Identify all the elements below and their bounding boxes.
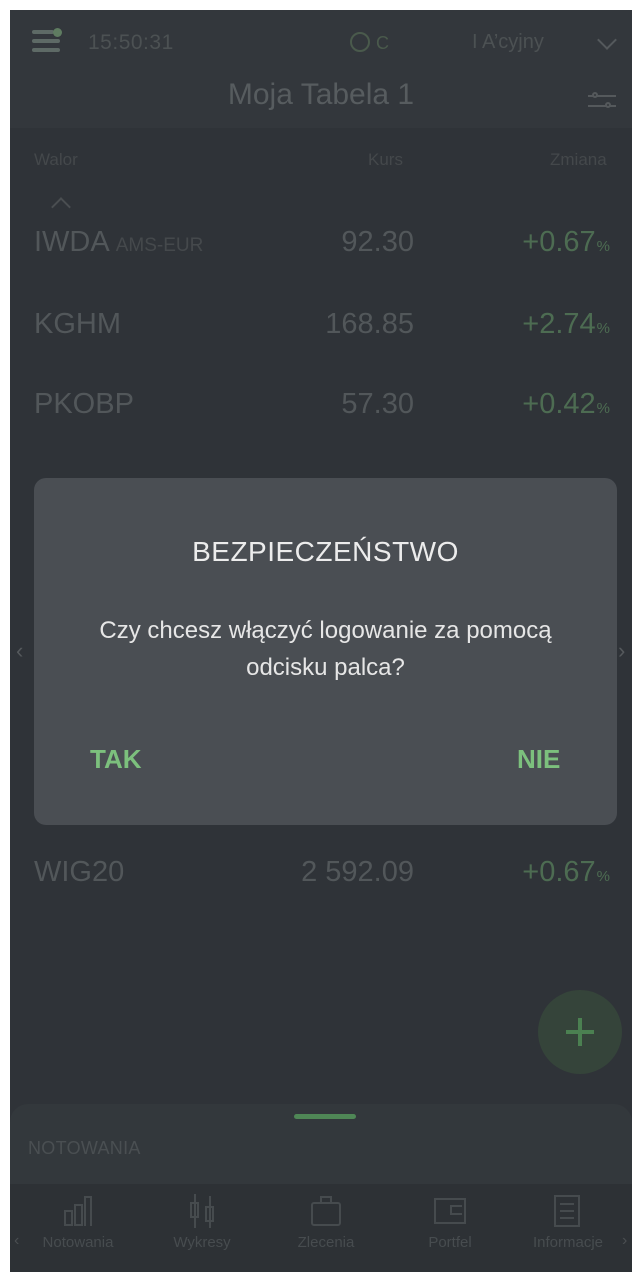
menu-icon[interactable]: [32, 28, 62, 52]
filter-knob: [592, 92, 598, 98]
fingerprint-dialog: BEZPIECZEŃSTWO Czy chcesz włączyć logowa…: [34, 478, 617, 825]
menu-line: [32, 48, 60, 52]
row-price: 2 592.09: [301, 856, 414, 888]
change-value: +0.67: [522, 226, 596, 258]
no-button[interactable]: NIE: [517, 744, 560, 775]
status-row: 15:50:31 C I A’cyjny: [10, 24, 632, 64]
briefcase-body: [311, 1202, 341, 1226]
bottom-panel: NOTOWANIA Notowania Wykresy Zlecenia Por…: [10, 1104, 632, 1272]
row-symbol: KGHM: [34, 308, 121, 340]
menu-line: [32, 39, 60, 43]
connection-icon: [350, 32, 370, 52]
nav-scroll-right-icon[interactable]: ›: [622, 1232, 627, 1250]
chevron-left-icon[interactable]: ‹: [16, 638, 23, 664]
exchange-text: AMS-EUR: [115, 235, 204, 256]
chart-bar: [84, 1196, 92, 1226]
nav-label: Notowania: [42, 1234, 114, 1251]
chart-bar: [74, 1204, 83, 1226]
plus-icon-stem: [578, 1018, 582, 1046]
news-line: [560, 1217, 574, 1219]
briefcase-icon: [310, 1194, 342, 1228]
filter-line: [588, 105, 616, 107]
candle-wick: [194, 1194, 196, 1228]
briefcase-handle: [320, 1196, 332, 1203]
menu-line: [32, 30, 54, 34]
percent-sign: %: [596, 400, 610, 417]
column-header-price[interactable]: Kurs: [368, 150, 403, 170]
row-price: 57.30: [341, 388, 414, 420]
chart-bar: [64, 1210, 73, 1226]
change-value: +2.74: [522, 308, 596, 340]
chevron-down-icon[interactable]: [597, 30, 617, 50]
news-line: [560, 1210, 574, 1212]
app: 15:50:31 C I A’cyjny Moja Tabela 1 Walor…: [10, 10, 632, 1272]
top-bar: 15:50:31 C I A’cyjny Moja Tabela 1: [10, 10, 632, 128]
wallet-clasp: [450, 1205, 462, 1215]
nav-item-portfel[interactable]: Portfel: [388, 1194, 512, 1251]
row-change: +0.67%: [522, 226, 610, 259]
row-symbol: PKOBP: [34, 388, 134, 420]
row-price: 92.30: [341, 226, 414, 258]
bottom-nav: Notowania Wykresy Zlecenia Portfel Infor…: [10, 1184, 632, 1272]
table-row[interactable]: KGHM 168.85 +2.74%: [10, 308, 632, 384]
news-line: [560, 1203, 574, 1205]
candlestick-icon: [186, 1194, 218, 1228]
dialog-title: BEZPIECZEŃSTWO: [192, 536, 459, 567]
percent-sign: %: [596, 868, 610, 885]
nav-label: Wykresy: [173, 1234, 231, 1251]
nav-label: Informacje: [532, 1234, 604, 1251]
table-row[interactable]: PKOBP 57.30 +0.42%: [10, 388, 632, 464]
connection-label: C: [376, 33, 389, 53]
filter-icon[interactable]: [588, 92, 616, 110]
symbol-text: IWDA: [34, 226, 110, 258]
nav-item-wykresy[interactable]: Wykresy: [140, 1194, 264, 1251]
nav-item-notowania[interactable]: Notowania: [16, 1194, 140, 1251]
connection-status: C: [350, 32, 389, 54]
nav-scroll-left-icon[interactable]: ‹: [14, 1232, 19, 1250]
drag-handle[interactable]: [294, 1114, 356, 1119]
yes-button[interactable]: TAK: [90, 744, 142, 775]
row-change: +0.67%: [522, 856, 610, 889]
row-price: 168.85: [325, 308, 414, 340]
candle-wick: [209, 1196, 211, 1228]
chevron-right-icon[interactable]: ›: [618, 638, 625, 664]
percent-sign: %: [596, 320, 610, 337]
clock: 15:50:31: [88, 31, 174, 54]
change-value: +0.42: [522, 388, 596, 420]
change-value: +0.67: [522, 856, 596, 888]
column-header-symbol[interactable]: Walor: [34, 150, 78, 170]
row-symbol: IWDA AMS-EUR: [34, 226, 203, 259]
account-name[interactable]: I A’cyjny: [472, 31, 544, 54]
nav-item-informacje[interactable]: Informacje: [506, 1194, 630, 1251]
filter-knob: [605, 102, 611, 108]
nav-label: Portfel: [428, 1234, 472, 1251]
column-header-change[interactable]: Zmiana: [550, 150, 607, 170]
nav-item-zlecenia[interactable]: Zlecenia: [264, 1194, 388, 1251]
sort-up-icon[interactable]: [51, 197, 71, 217]
notification-dot: [53, 28, 62, 37]
nav-label: Zlecenia: [297, 1234, 355, 1251]
percent-sign: %: [596, 238, 610, 255]
table-row[interactable]: WIG20 2 592.09 +0.67%: [10, 856, 632, 932]
panel-label[interactable]: NOTOWANIA: [28, 1138, 141, 1159]
table-row[interactable]: IWDA AMS-EUR 92.30 +0.67%: [10, 226, 632, 302]
row-change: +0.42%: [522, 388, 610, 421]
news-icon: [552, 1194, 584, 1228]
dialog-message: Czy chcesz włączyć logowanie za pomocą o…: [99, 617, 552, 681]
chart-icon: [62, 1194, 94, 1228]
row-symbol: WIG20: [34, 856, 125, 888]
page-title[interactable]: Moja Tabela 1: [10, 78, 632, 112]
row-change: +2.74%: [522, 308, 610, 341]
add-button[interactable]: [538, 990, 622, 1074]
wallet-icon: [434, 1194, 466, 1228]
phone-screen: 15:50:31 C I A’cyjny Moja Tabela 1 Walor…: [10, 10, 632, 1272]
